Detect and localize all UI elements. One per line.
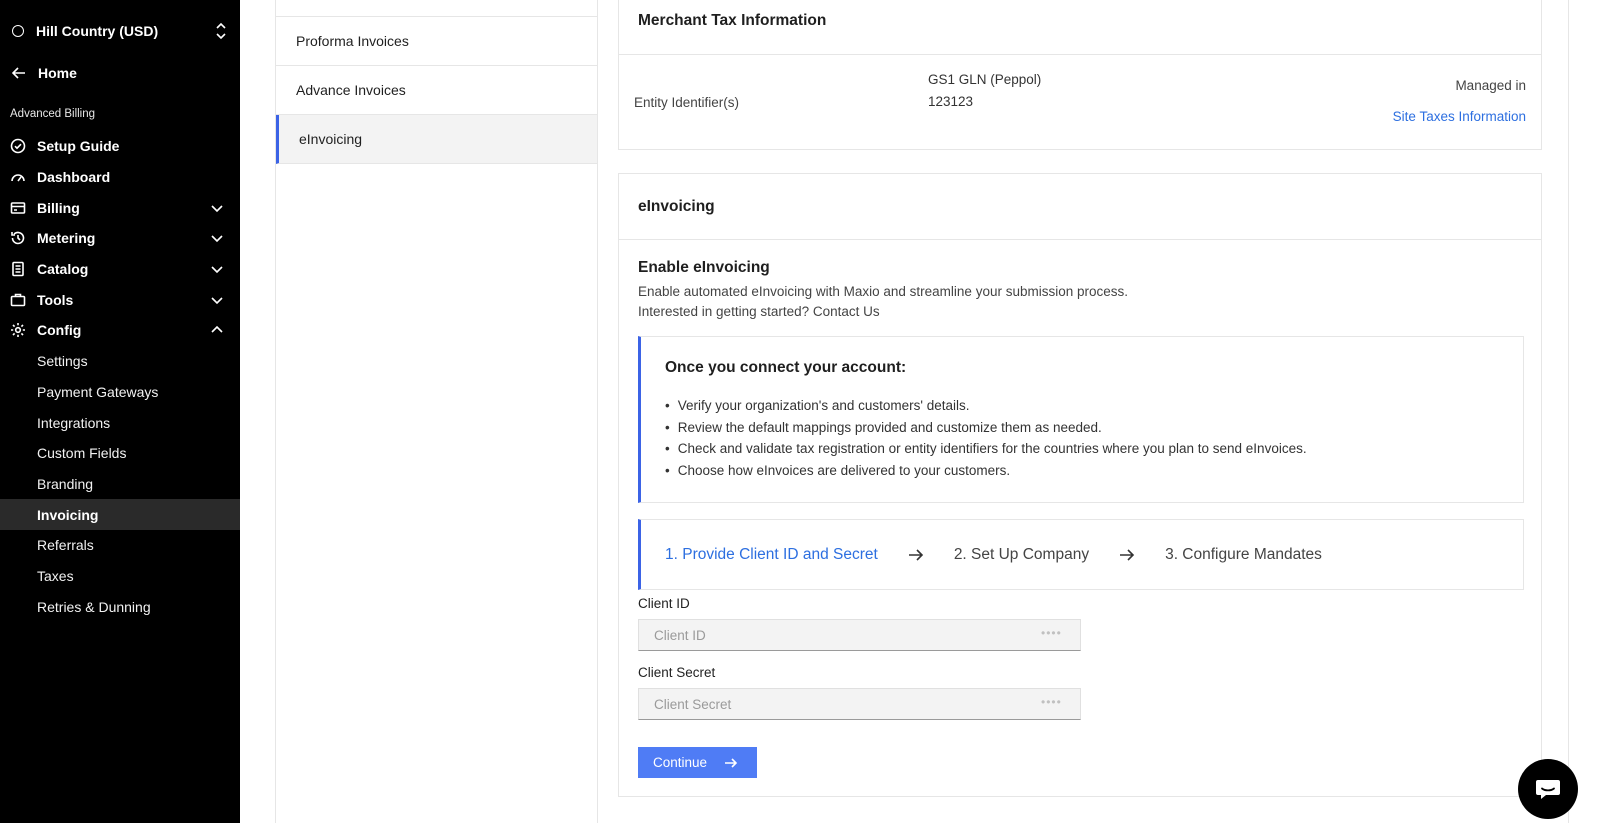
list-item: Review the default mappings provided and… (665, 417, 1307, 439)
briefcase-icon (10, 292, 26, 308)
connect-info-list: Verify your organization's and customers… (665, 395, 1307, 481)
sidebar-subitem-payment-gateways[interactable]: Payment Gateways (0, 377, 240, 408)
setup-steps: 1. Provide Client ID and Secret 2. Set U… (638, 519, 1524, 590)
sidebar-item-config[interactable]: Config (0, 315, 240, 346)
card-icon (10, 200, 26, 216)
gear-icon (10, 322, 26, 338)
chat-bubble-icon (1536, 780, 1560, 799)
step-configure-mandates[interactable]: 3. Configure Mandates (1165, 546, 1322, 564)
list-item: Verify your organization's and customers… (665, 395, 1307, 417)
home-link[interactable]: Home (0, 58, 240, 88)
connect-info-box: Once you connect your account: Verify yo… (638, 336, 1524, 503)
enable-einvoicing-title: Enable eInvoicing (638, 259, 770, 276)
continue-button[interactable]: Continue (638, 747, 757, 778)
site-name: Hill Country (USD) (36, 23, 159, 39)
site-switcher[interactable]: Hill Country (USD) (0, 14, 240, 48)
site-status-icon (12, 25, 24, 37)
sidebar-item-label: Tools (37, 291, 74, 308)
sidebar-item-label: Dashboard (37, 169, 111, 186)
chevron-down-icon (211, 235, 223, 243)
document-icon (10, 261, 26, 277)
sidebar-subitem-invoicing[interactable]: Invoicing (0, 499, 240, 530)
submenu-item-proforma-invoices[interactable]: Proforma Invoices (276, 17, 597, 66)
sidebar-item-setup-guide[interactable]: Setup Guide (0, 131, 240, 162)
arrow-right-icon (1120, 548, 1135, 561)
sidebar-nav: Setup Guide Dashboard Billing Metering C… (0, 131, 240, 622)
einvoicing-card: eInvoicing Enable eInvoicing Enable auto… (618, 173, 1542, 797)
einvoicing-title: eInvoicing (619, 174, 1541, 240)
sidebar-item-metering[interactable]: Metering (0, 223, 240, 254)
sidebar-subitem-retries-dunning[interactable]: Retries & Dunning (0, 591, 240, 622)
connect-info-title: Once you connect your account: (665, 359, 907, 376)
merchant-tax-title: Merchant Tax Information (619, 0, 1541, 55)
sidebar-subitem-taxes[interactable]: Taxes (0, 561, 240, 592)
chevron-down-icon (211, 266, 223, 274)
entity-identifier-row: Entity Identifier(s) GS1 GLN (Peppol) 12… (619, 55, 1541, 149)
submenu-item-advance-invoices[interactable]: Advance Invoices (276, 66, 597, 115)
step-provide-client-id[interactable]: 1. Provide Client ID and Secret (665, 546, 878, 564)
sidebar-subitem-settings[interactable]: Settings (0, 346, 240, 377)
site-taxes-information-link[interactable]: Site Taxes Information (1393, 109, 1526, 124)
entity-identifier-value: 123123 (928, 94, 974, 109)
sidebar-subitem-referrals[interactable]: Referrals (0, 530, 240, 561)
chevron-up-down-icon (216, 22, 226, 40)
password-manager-icon: •••• (1041, 695, 1062, 709)
sidebar-item-label: Billing (37, 199, 80, 216)
invoicing-submenu: Proforma Invoices Advance Invoices eInvo… (275, 0, 598, 823)
list-item: Choose how eInvoices are delivered to yo… (665, 460, 1307, 482)
arrow-right-icon (908, 548, 923, 561)
arrow-left-icon (12, 67, 25, 79)
section-label: Advanced Billing (10, 108, 96, 120)
entity-identifier-type: GS1 GLN (Peppol) (928, 72, 1042, 87)
sidebar-subitem-integrations[interactable]: Integrations (0, 407, 240, 438)
arrow-right-icon (725, 757, 738, 768)
sidebar-item-label: Catalog (37, 261, 89, 278)
merchant-tax-card: Merchant Tax Information Entity Identifi… (618, 0, 1542, 150)
submenu-divider (276, 0, 597, 17)
chat-support-button[interactable] (1518, 759, 1578, 819)
client-secret-label: Client Secret (638, 665, 716, 680)
chevron-up-icon (211, 326, 223, 334)
password-manager-icon: •••• (1041, 626, 1062, 640)
client-id-input[interactable] (638, 619, 1081, 651)
main-content: Merchant Tax Information Entity Identifi… (598, 0, 1569, 823)
managed-in-label: Managed in (1455, 78, 1526, 93)
sidebar-item-label: Metering (37, 230, 96, 247)
sidebar-item-tools[interactable]: Tools (0, 284, 240, 315)
history-icon (10, 230, 26, 246)
sidebar-item-billing[interactable]: Billing (0, 192, 240, 223)
client-secret-input[interactable] (638, 688, 1081, 720)
gauge-icon (10, 169, 26, 185)
sidebar: Hill Country (USD) Home Advanced Billing… (0, 0, 240, 823)
continue-label: Continue (653, 755, 708, 770)
sidebar-item-dashboard[interactable]: Dashboard (0, 162, 240, 193)
chevron-down-icon (211, 297, 223, 304)
check-circle-icon (10, 138, 26, 154)
chevron-down-icon (211, 205, 223, 212)
entity-identifier-label: Entity Identifier(s) (634, 95, 740, 110)
sidebar-item-label: Setup Guide (37, 138, 120, 155)
sidebar-item-label: Config (37, 322, 82, 339)
step-set-up-company[interactable]: 2. Set Up Company (954, 546, 1089, 564)
sidebar-subitem-branding[interactable]: Branding (0, 469, 240, 500)
list-item: Check and validate tax registration or e… (665, 438, 1307, 460)
client-id-label: Client ID (638, 596, 690, 611)
contact-us-text: Interested in getting started? Contact U… (638, 304, 880, 319)
submenu-item-einvoicing[interactable]: eInvoicing (276, 115, 597, 164)
home-label: Home (38, 65, 77, 81)
enable-einvoicing-description: Enable automated eInvoicing with Maxio a… (638, 284, 1129, 299)
sidebar-item-catalog[interactable]: Catalog (0, 254, 240, 285)
sidebar-subitem-custom-fields[interactable]: Custom Fields (0, 438, 240, 469)
